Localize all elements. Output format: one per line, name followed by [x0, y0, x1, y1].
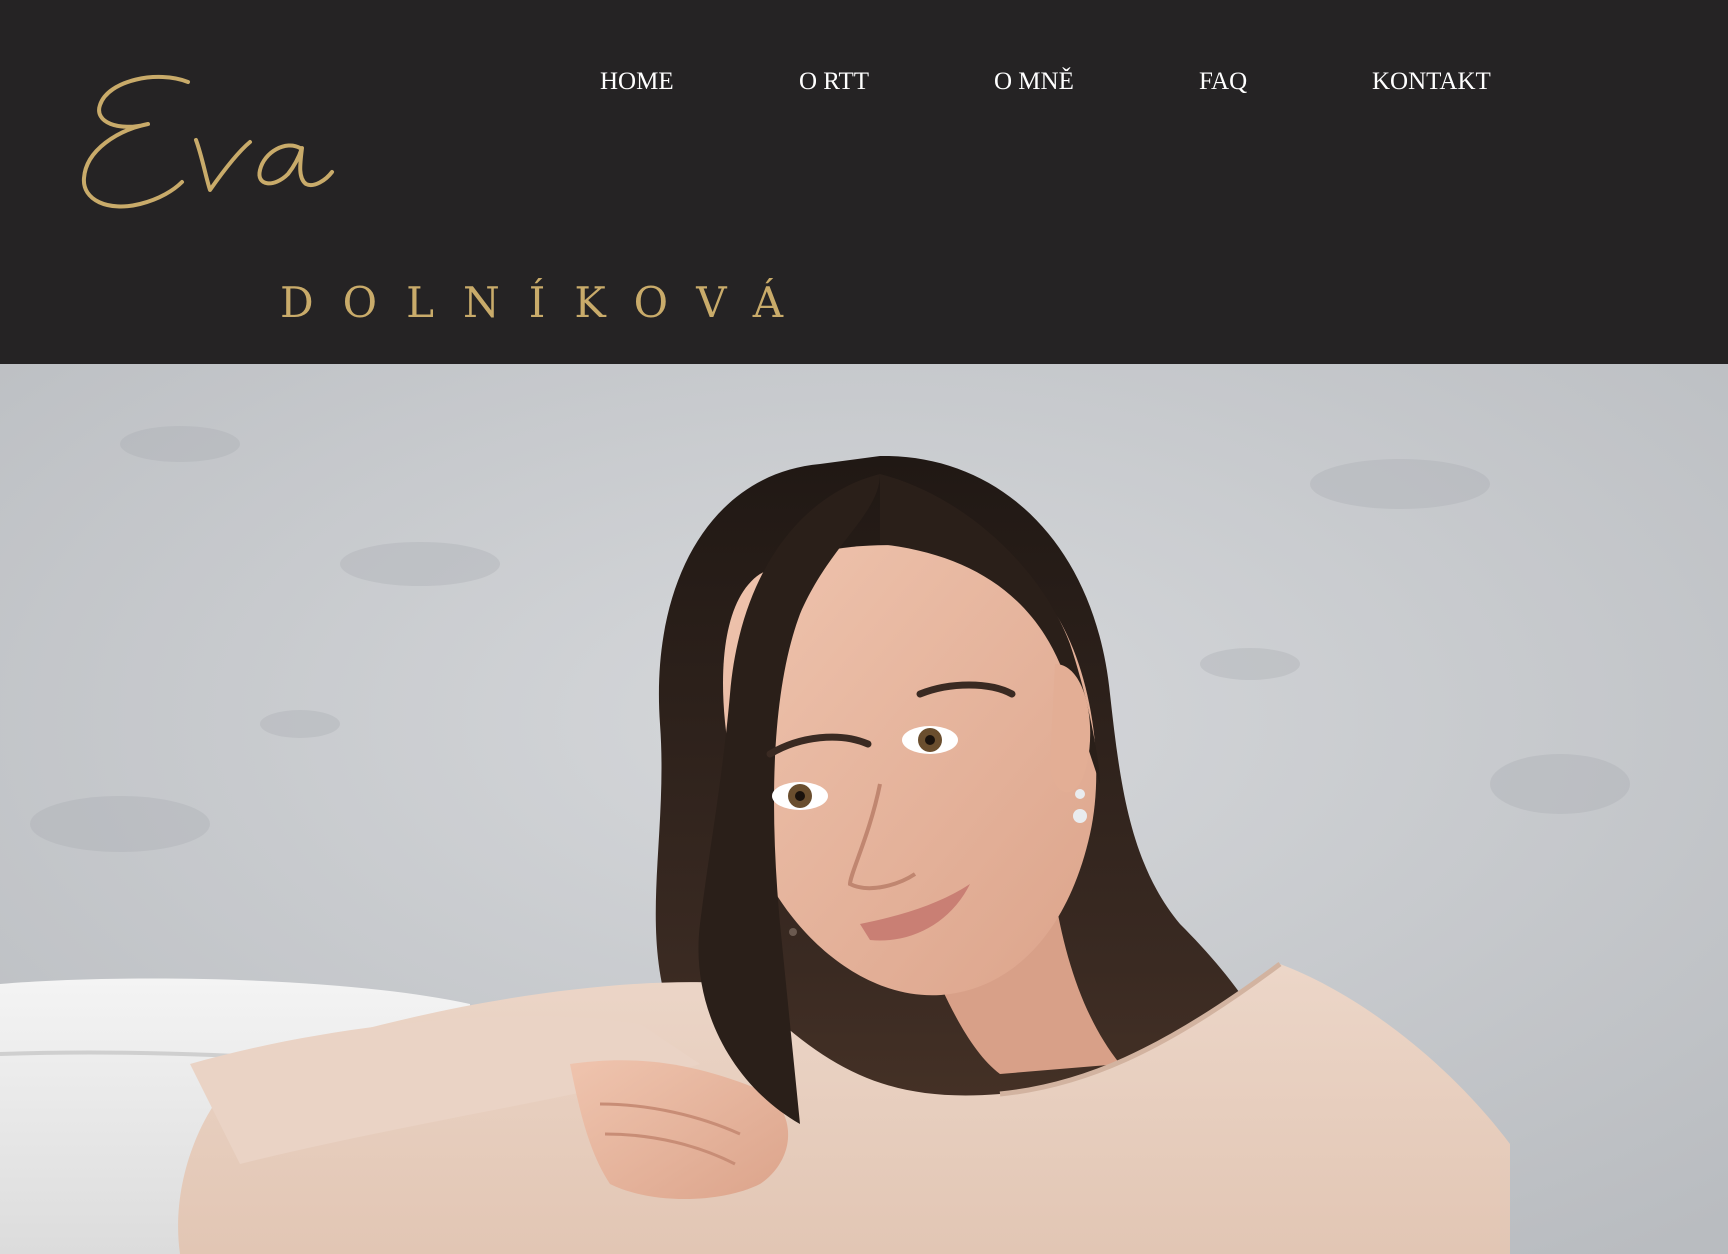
site-header: DOLNÍKOVÁ HOME O RTT O MNĚ FAQ KONTAKT [0, 0, 1728, 364]
nav-item-o-mne[interactable]: O MNĚ [994, 66, 1074, 98]
nav-item-kontakt[interactable]: KONTAKT [1372, 66, 1491, 98]
nav-item-faq[interactable]: FAQ [1199, 66, 1247, 98]
portrait-photo [0, 364, 1728, 1254]
nav-item-o-rtt[interactable]: O RTT [799, 66, 869, 98]
main-navigation: HOME O RTT O MNĚ FAQ KONTAKT [0, 66, 1728, 106]
logo-subtitle: DOLNÍKOVÁ [280, 278, 813, 327]
hero-portrait [0, 364, 1728, 1254]
nav-item-home[interactable]: HOME [600, 66, 674, 98]
